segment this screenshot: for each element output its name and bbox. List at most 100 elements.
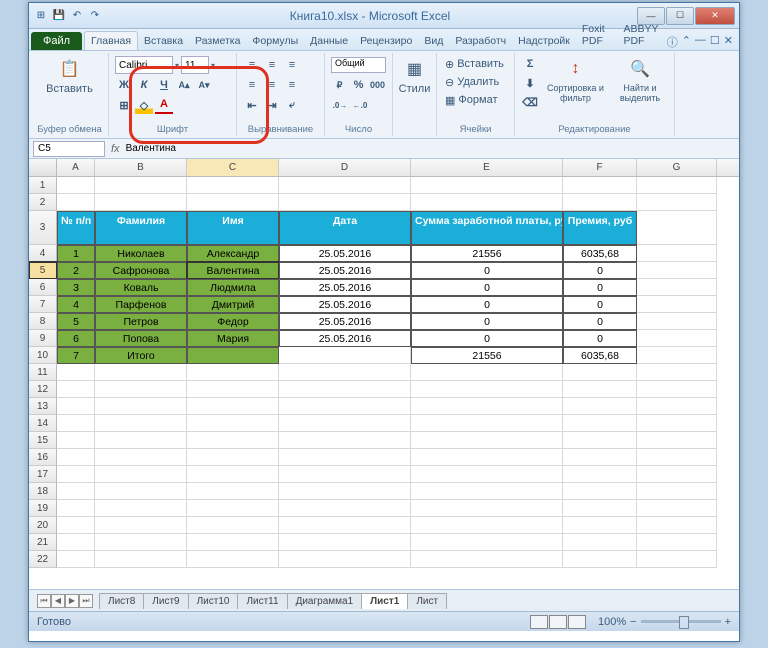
cell[interactable]: 0	[411, 279, 563, 296]
formula-input[interactable]: Валентина	[126, 143, 735, 154]
cell[interactable]	[411, 398, 563, 415]
row-header[interactable]: 8	[29, 313, 57, 330]
cell[interactable]	[563, 432, 637, 449]
cell[interactable]: 0	[411, 313, 563, 330]
delete-cells-button[interactable]: ⊖Удалить	[443, 73, 508, 91]
cell[interactable]	[637, 347, 717, 364]
cell[interactable]	[563, 177, 637, 194]
cell[interactable]	[279, 381, 411, 398]
paste-button[interactable]: 📋 Вставить	[37, 55, 102, 97]
cell[interactable]: 25.05.2016	[279, 245, 411, 262]
cell[interactable]	[187, 347, 279, 364]
cell[interactable]	[411, 500, 563, 517]
cell[interactable]: Николаев	[95, 245, 187, 262]
row-header[interactable]: 3	[29, 211, 57, 245]
cell[interactable]: 3	[57, 279, 95, 296]
indent-inc-icon[interactable]: ⇥	[263, 96, 281, 114]
cell[interactable]	[563, 194, 637, 211]
cell[interactable]: 4	[57, 296, 95, 313]
align-mid-icon[interactable]: ≡	[263, 56, 281, 74]
cell[interactable]: Попова	[95, 330, 187, 347]
row-header[interactable]: 14	[29, 415, 57, 432]
cell[interactable]	[411, 177, 563, 194]
redo-icon[interactable]: ↷	[87, 8, 103, 24]
find-select-button[interactable]: 🔍Найти и выделить	[612, 55, 668, 111]
maximize-button[interactable]: ☐	[666, 7, 694, 25]
align-right-icon[interactable]: ≡	[283, 76, 301, 94]
cell[interactable]	[95, 534, 187, 551]
file-tab[interactable]: Файл	[31, 32, 82, 50]
sheet-tab[interactable]: Лист9	[143, 593, 188, 609]
cell[interactable]	[187, 517, 279, 534]
cell[interactable]	[637, 483, 717, 500]
cell[interactable]	[279, 177, 411, 194]
cell[interactable]	[563, 449, 637, 466]
cell[interactable]	[563, 534, 637, 551]
review-tab[interactable]: Рецензиро	[354, 32, 418, 50]
row-header[interactable]: 7	[29, 296, 57, 313]
cell[interactable]	[637, 296, 717, 313]
sheet-tab[interactable]: Лист11	[237, 593, 287, 609]
zoom-slider[interactable]	[641, 620, 721, 623]
fill-icon[interactable]: ⬇	[521, 74, 539, 92]
foxit-tab[interactable]: Foxit PDF	[576, 20, 618, 50]
cell[interactable]	[563, 517, 637, 534]
cell[interactable]	[279, 517, 411, 534]
cell[interactable]	[279, 194, 411, 211]
cell[interactable]: 21556	[411, 245, 563, 262]
tab-last-icon[interactable]: ⏭	[79, 594, 93, 608]
cell[interactable]: Петров	[95, 313, 187, 330]
cell[interactable]: Коваль	[95, 279, 187, 296]
sheet-tab[interactable]: Лист	[407, 593, 447, 609]
italic-button[interactable]: К	[135, 76, 153, 94]
cell[interactable]	[279, 449, 411, 466]
cell[interactable]	[411, 415, 563, 432]
underline-button[interactable]: Ч	[155, 76, 173, 94]
cell[interactable]	[411, 381, 563, 398]
row-header[interactable]: 12	[29, 381, 57, 398]
shrink-font-icon[interactable]: A▾	[195, 76, 213, 94]
align-center-icon[interactable]: ≡	[263, 76, 281, 94]
cell[interactable]	[563, 500, 637, 517]
cell[interactable]	[57, 177, 95, 194]
layout-tab[interactable]: Разметка	[189, 32, 246, 50]
save-icon[interactable]: 💾	[51, 8, 67, 24]
cell[interactable]	[187, 483, 279, 500]
cell[interactable]	[279, 483, 411, 500]
addins-tab[interactable]: Надстройк	[512, 32, 576, 50]
cell[interactable]: 6	[57, 330, 95, 347]
sort-filter-button[interactable]: ↕Сортировка и фильтр	[543, 55, 608, 111]
cell[interactable]	[279, 466, 411, 483]
row-header[interactable]: 15	[29, 432, 57, 449]
cell[interactable]	[57, 194, 95, 211]
cell[interactable]	[411, 483, 563, 500]
cell[interactable]	[95, 517, 187, 534]
cell[interactable]	[563, 381, 637, 398]
cell[interactable]	[279, 534, 411, 551]
cell[interactable]: Александр	[187, 245, 279, 262]
tab-prev-icon[interactable]: ◀	[51, 594, 65, 608]
cell[interactable]	[637, 262, 717, 279]
cell[interactable]: 21556	[411, 347, 563, 364]
row-header[interactable]: 5	[29, 262, 57, 279]
col-A[interactable]: A	[57, 159, 95, 176]
cell[interactable]	[57, 432, 95, 449]
cell[interactable]	[637, 364, 717, 381]
cell[interactable]: Парфенов	[95, 296, 187, 313]
dev-tab[interactable]: Разработч	[449, 32, 512, 50]
cell[interactable]	[411, 466, 563, 483]
minimize-ribbon-icon[interactable]: ⌃	[682, 34, 691, 50]
cell[interactable]: 5	[57, 313, 95, 330]
home-tab[interactable]: Главная	[84, 31, 138, 50]
cell[interactable]	[187, 398, 279, 415]
worksheet-grid[interactable]: A B C D E F G 123№ п/пФамилияИмяДатаСумм…	[29, 159, 739, 589]
cell[interactable]	[279, 551, 411, 568]
help-icon[interactable]: ⓘ	[667, 34, 678, 50]
cell[interactable]	[637, 194, 717, 211]
font-name-selector[interactable]: Calibri	[115, 56, 173, 74]
cell[interactable]	[411, 534, 563, 551]
wrap-icon[interactable]: ⤶	[283, 96, 301, 114]
cell[interactable]: 0	[563, 262, 637, 279]
view-tab[interactable]: Вид	[418, 32, 449, 50]
cell[interactable]: 0	[563, 330, 637, 347]
